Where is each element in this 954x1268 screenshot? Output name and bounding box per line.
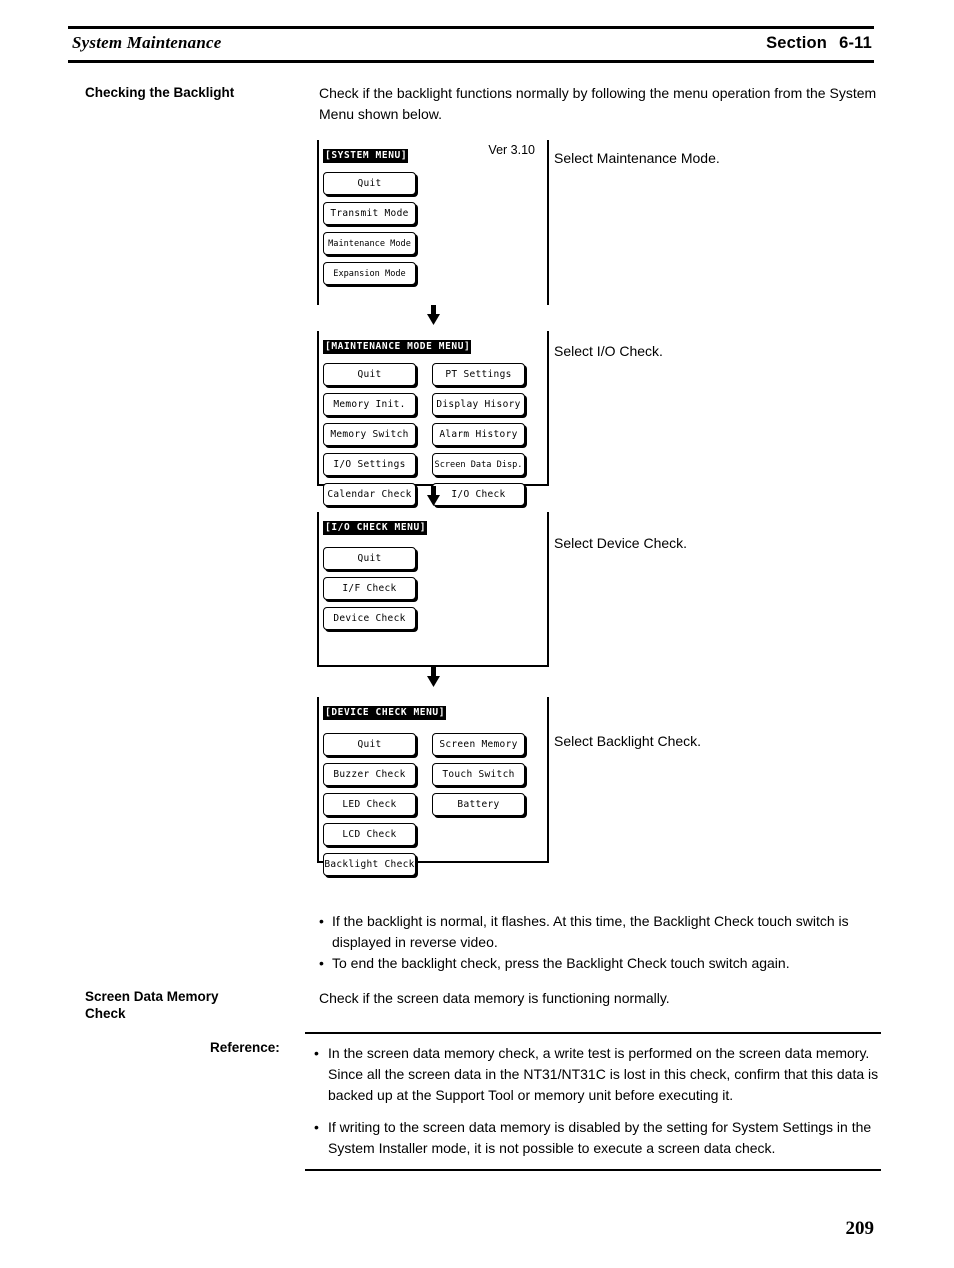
menu-button-display-history[interactable]: Display Hisory [432,393,525,416]
menu-button-transmit-mode[interactable]: Transmit Mode [323,202,416,225]
header-rule-bottom [68,60,874,63]
menu-button-quit[interactable]: Quit [323,733,416,756]
bullet-icon: • [314,1045,319,1061]
step-note-select-maintenance-mode: Select Maintenance Mode. [554,150,720,166]
menu-button-pt-settings[interactable]: PT Settings [432,363,525,386]
menu-button-quit[interactable]: Quit [323,363,416,386]
menu-button-quit[interactable]: Quit [323,547,416,570]
menu-button-memory-init[interactable]: Memory Init. [323,393,416,416]
flow-arrow-1 [317,305,549,331]
version-label: Ver 3.10 [488,143,535,157]
button-column: Quit Transmit Mode Maintenance Mode Expa… [323,172,418,287]
list-item: • If writing to the screen data memory i… [314,1117,881,1159]
menu-button-battery[interactable]: Battery [432,793,525,816]
menu-button-buzzer-check[interactable]: Buzzer Check [323,763,416,786]
page-header: System Maintenance Section 6-11 [68,26,874,63]
page-number: 209 [845,1218,875,1239]
step-note-select-backlight-check: Select Backlight Check. [554,733,702,749]
section-number: 6-11 [839,34,872,52]
menu-button-maintenance-mode[interactable]: Maintenance Mode [323,232,416,255]
bullet-icon: • [319,955,324,971]
menu-button-device-check[interactable]: Device Check [323,607,416,630]
bullet-icon: • [319,913,324,929]
screen-title-system-menu: [SYSTEM MENU] [323,149,409,163]
menu-button-screen-memory[interactable]: Screen Memory [432,733,525,756]
menu-button-led-check[interactable]: LED Check [323,793,416,816]
screen-system-menu: [SYSTEM MENU] Ver 3.10 Quit Transmit Mod… [317,140,549,305]
button-column-right: Screen Memory Touch Switch Battery [432,733,527,878]
menu-button-memory-switch[interactable]: Memory Switch [323,423,416,446]
list-item: • To end the backlight check, press the … [319,953,881,974]
screen-title-maintenance-mode-menu: [MAINTENANCE MODE MENU] [323,340,472,354]
screen-maintenance-mode-menu: [MAINTENANCE MODE MENU] Quit Memory Init… [317,331,549,506]
reference-rule-bottom [305,1169,881,1171]
screen-io-check-menu: [I/O CHECK MENU] Quit I/F Check Device C… [317,512,549,667]
screen-title-device-check-menu: [DEVICE CHECK MENU] [323,706,447,720]
memory-section-text: Check if the screen data memory is funct… [319,990,670,1006]
backlight-section-body: Check if the backlight functions normall… [319,83,879,125]
section-word: Section [766,34,828,52]
down-arrow-icon [426,486,440,506]
step-note-select-io-check: Select I/O Check. [554,343,663,359]
menu-flow-diagram: [SYSTEM MENU] Ver 3.10 Quit Transmit Mod… [317,140,549,876]
flow-arrow-3 [317,667,549,697]
bullet-icon: • [314,1119,319,1135]
menu-button-screen-data-disp[interactable]: Screen Data Disp. [432,453,525,476]
menu-button-touch-switch[interactable]: Touch Switch [432,763,525,786]
button-column-left: Quit Buzzer Check LED Check LCD Check Ba… [323,733,418,878]
memory-section-label-line2: Check [85,1006,126,1021]
reference-list: • In the screen data memory check, a wri… [305,1034,881,1169]
backlight-notes-list: • If the backlight is normal, it flashes… [319,911,881,974]
screen-device-check-menu: [DEVICE CHECK MENU] Quit Buzzer Check LE… [317,697,549,876]
memory-section-label-line1: Screen Data Memory [85,989,219,1004]
memory-section-label: Screen Data Memory Check [85,988,315,1022]
backlight-section-text: Check if the backlight functions normall… [319,85,877,122]
menu-button-expansion-mode[interactable]: Expansion Mode [323,262,416,285]
list-item-text: In the screen data memory check, a write… [328,1045,879,1103]
button-column: Quit I/F Check Device Check [323,547,418,632]
down-arrow-icon [426,667,440,687]
list-item-text: If the backlight is normal, it flashes. … [332,913,849,950]
reference-block: • In the screen data memory check, a wri… [305,1032,881,1171]
step-note-select-device-check: Select Device Check. [554,535,688,551]
document-title: System Maintenance [72,33,222,52]
menu-button-alarm-history[interactable]: Alarm History [432,423,525,446]
section-reference: Section 6-11 [766,34,872,53]
menu-button-if-check[interactable]: I/F Check [323,577,416,600]
list-item-text: To end the backlight check, press the Ba… [332,955,790,971]
screen-title-io-check-menu: [I/O CHECK MENU] [323,521,428,535]
menu-button-quit[interactable]: Quit [323,172,416,195]
menu-button-io-settings[interactable]: I/O Settings [323,453,416,476]
backlight-section-label: Checking the Backlight [85,85,235,100]
list-item: • If the backlight is normal, it flashes… [319,911,881,953]
down-arrow-icon [426,305,440,325]
list-item-text: If writing to the screen data memory is … [328,1119,872,1156]
flow-arrow-2 [317,486,549,512]
manual-page: System Maintenance Section 6-11 Checking … [0,0,954,1268]
menu-button-lcd-check[interactable]: LCD Check [323,823,416,846]
menu-button-backlight-check[interactable]: Backlight Check [323,853,416,876]
list-item: • In the screen data memory check, a wri… [314,1043,881,1106]
reference-label: Reference: [210,1040,280,1055]
memory-section-body: Check if the screen data memory is funct… [319,988,879,1009]
